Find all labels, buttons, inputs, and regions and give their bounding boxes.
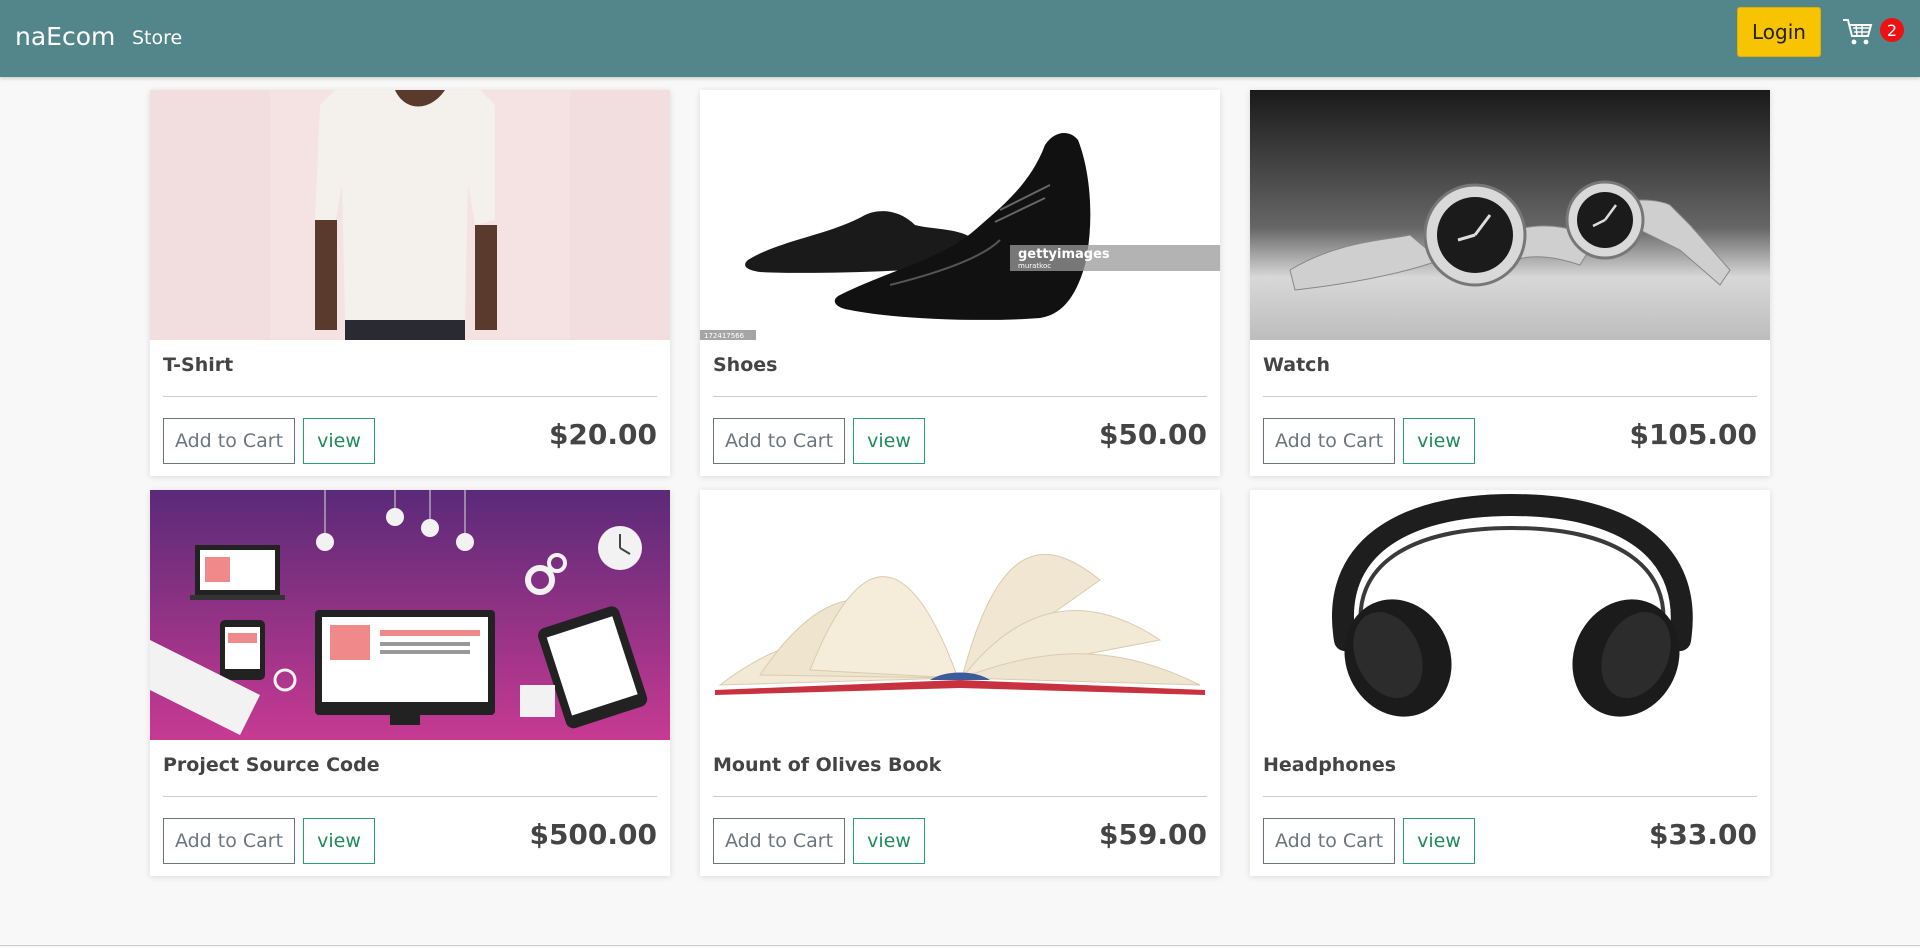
- cart-icon[interactable]: [1842, 17, 1874, 47]
- product-price: $500.00: [529, 818, 657, 851]
- navbar: naEcom Store Login 2: [0, 0, 1920, 77]
- product-name: Headphones: [1263, 754, 1397, 776]
- svg-text:muratkoc: muratkoc: [1018, 262, 1051, 270]
- product-price: $33.00: [1648, 818, 1757, 851]
- divider: [1263, 396, 1757, 397]
- product-card-project-source-code: Project Source Code Add to Cart view $50…: [150, 490, 670, 876]
- shoes-photo-image[interactable]: gettyimages muratkoc 172417566: [700, 90, 1220, 340]
- product-price: $50.00: [1098, 418, 1207, 451]
- product-card-watch: Watch Add to Cart view $105.00: [1250, 90, 1770, 476]
- view-button[interactable]: view: [853, 818, 925, 864]
- divider: [163, 796, 657, 797]
- product-name: Watch: [1263, 354, 1330, 376]
- view-button[interactable]: view: [303, 818, 375, 864]
- view-button[interactable]: view: [1403, 418, 1475, 464]
- product-card-tshirt: T-Shirt Add to Cart view $20.00: [150, 90, 670, 476]
- add-to-cart-button[interactable]: Add to Cart: [713, 418, 845, 464]
- book-photo-image[interactable]: [700, 490, 1220, 740]
- svg-text:gettyimages: gettyimages: [1018, 247, 1110, 262]
- footer-divider: [0, 945, 1920, 946]
- svg-text:172417566: 172417566: [704, 332, 745, 340]
- view-button[interactable]: view: [303, 418, 375, 464]
- product-name: Shoes: [713, 354, 778, 376]
- devices-illustration-image[interactable]: [150, 490, 670, 740]
- divider: [163, 396, 657, 397]
- product-card-headphones: Headphones Add to Cart view $33.00: [1250, 490, 1770, 876]
- product-card-mount-of-olives-book: Mount of Olives Book Add to Cart view $5…: [700, 490, 1220, 876]
- divider: [713, 796, 1207, 797]
- tshirt-photo-image[interactable]: [150, 90, 670, 340]
- watch-photo-image[interactable]: [1250, 90, 1770, 340]
- login-button[interactable]: Login: [1737, 7, 1821, 57]
- product-name: T-Shirt: [163, 354, 234, 376]
- add-to-cart-button[interactable]: Add to Cart: [1263, 818, 1395, 864]
- divider: [713, 396, 1207, 397]
- add-to-cart-button[interactable]: Add to Cart: [1263, 418, 1395, 464]
- product-name: Mount of Olives Book: [713, 754, 942, 776]
- add-to-cart-button[interactable]: Add to Cart: [163, 418, 295, 464]
- headphones-photo-image[interactable]: [1250, 490, 1770, 740]
- view-button[interactable]: view: [853, 418, 925, 464]
- product-price: $20.00: [548, 418, 657, 451]
- nav-store-link[interactable]: Store: [132, 27, 182, 49]
- divider: [1263, 796, 1757, 797]
- product-price: $59.00: [1098, 818, 1207, 851]
- product-card-shoes: gettyimages muratkoc 172417566 Shoes Add…: [700, 90, 1220, 476]
- product-name: Project Source Code: [163, 754, 380, 776]
- view-button[interactable]: view: [1403, 818, 1475, 864]
- add-to-cart-button[interactable]: Add to Cart: [713, 818, 845, 864]
- cart-count-badge: 2: [1880, 18, 1904, 42]
- product-price: $105.00: [1629, 418, 1757, 451]
- add-to-cart-button[interactable]: Add to Cart: [163, 818, 295, 864]
- brand-logo[interactable]: naEcom: [15, 22, 115, 51]
